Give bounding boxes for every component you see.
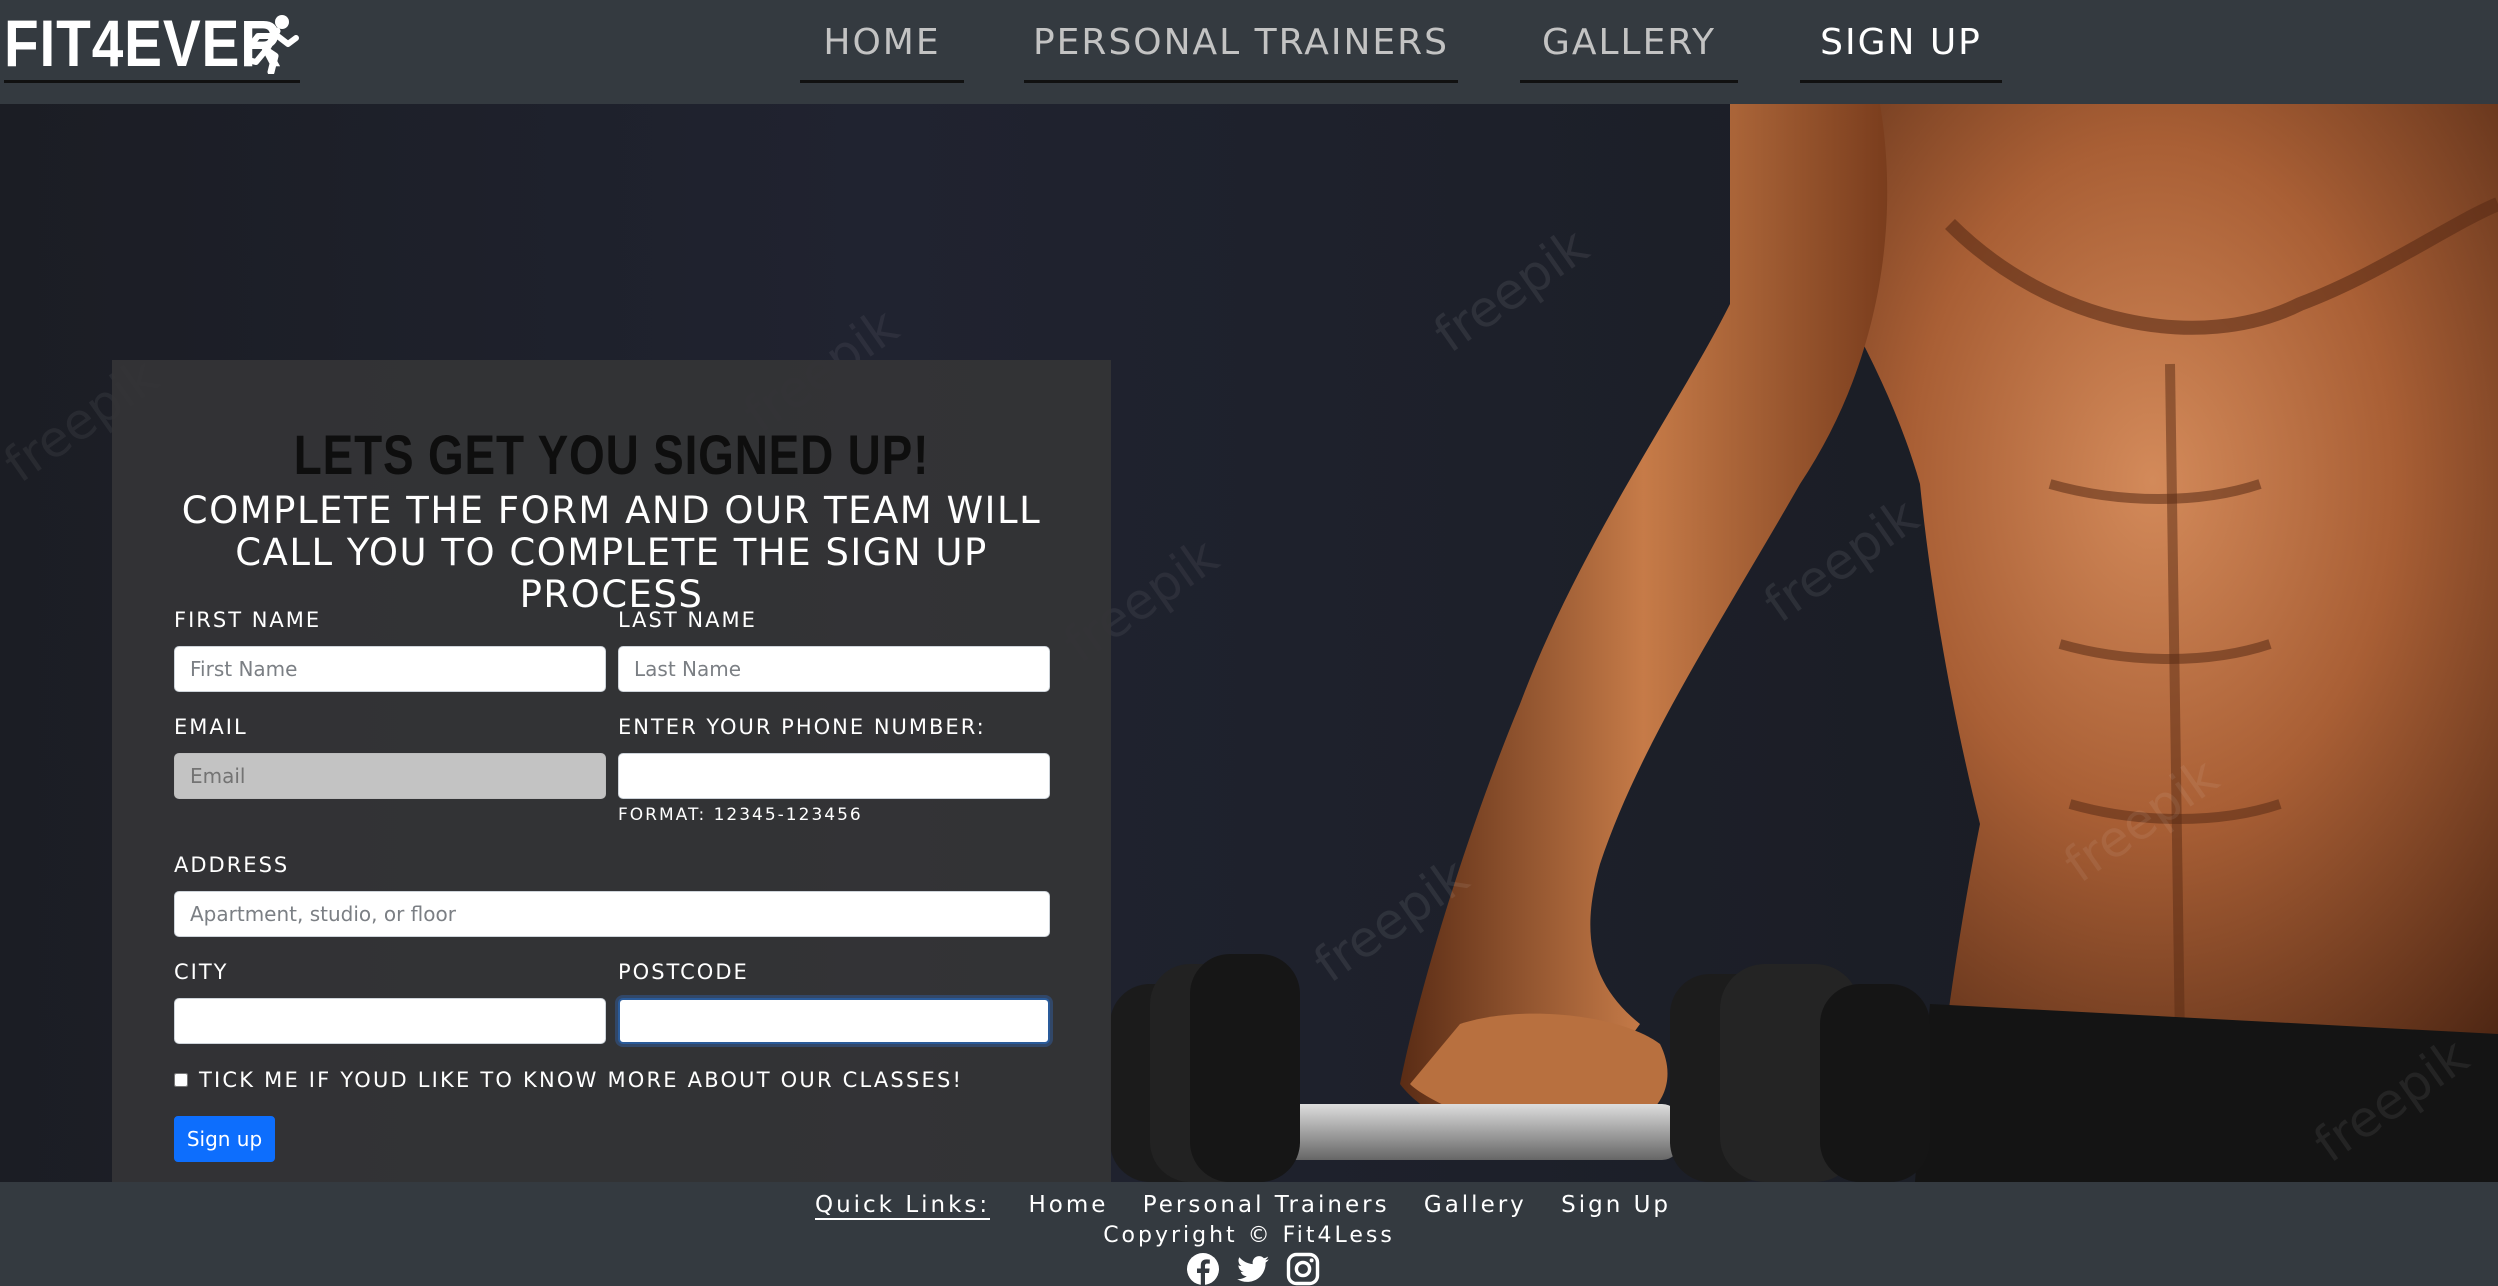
phone-format-hint: FORMAT: 12345-123456 [618, 805, 863, 825]
footer-link-home[interactable]: Home [1028, 1192, 1108, 1218]
form-title: LETS GET YOU SIGNED UP! [293, 423, 930, 486]
facebook-icon[interactable] [1186, 1252, 1220, 1286]
sign-up-button[interactable]: Sign up [174, 1116, 275, 1162]
postcode-label: POSTCODE [618, 960, 749, 984]
running-man-icon [245, 15, 299, 74]
email-field[interactable] [174, 753, 606, 799]
first-name-field[interactable] [174, 646, 606, 692]
nav-home[interactable]: HOME [800, 22, 964, 83]
postcode-field[interactable] [618, 998, 1050, 1044]
address-label: ADDRESS [174, 853, 290, 877]
classes-checkbox[interactable] [174, 1073, 188, 1087]
footer-link-gallery[interactable]: Gallery [1424, 1192, 1527, 1218]
address-field[interactable] [174, 891, 1050, 937]
nav-gallery[interactable]: GALLERY [1520, 22, 1738, 83]
phone-label: ENTER YOUR PHONE NUMBER: [618, 715, 986, 739]
form-subtitle: COMPLETE THE FORM AND OUR TEAM WILL CALL… [181, 489, 1042, 616]
instagram-icon[interactable] [1286, 1252, 1320, 1286]
footer: Quick Links: Home Personal Trainers Gall… [0, 1182, 2498, 1286]
city-label: CITY [174, 960, 229, 984]
brand-logo[interactable]: FIT4EVER [4, 6, 300, 83]
brand-name: FIT4EVER [4, 6, 283, 80]
footer-link-sign-up[interactable]: Sign Up [1561, 1192, 1671, 1218]
email-label: EMAIL [174, 715, 248, 739]
twitter-icon[interactable] [1236, 1252, 1270, 1286]
watermark-text: freepik [1424, 217, 1599, 364]
phone-field[interactable] [618, 753, 1050, 799]
copyright: Copyright © Fit4Less [1103, 1223, 1395, 1248]
footer-link-personal-trainers[interactable]: Personal Trainers [1143, 1192, 1390, 1218]
signup-form-card: LETS GET YOU SIGNED UP! COMPLETE THE FOR… [112, 360, 1111, 1182]
last-name-label: LAST NAME [618, 608, 757, 632]
last-name-field[interactable] [618, 646, 1050, 692]
nav-sign-up[interactable]: SIGN UP [1800, 22, 2002, 83]
city-field[interactable] [174, 998, 606, 1044]
nav-personal-trainers[interactable]: PERSONAL TRAINERS [1024, 22, 1458, 83]
classes-checkbox-label[interactable]: TICK ME IF YOUD LIKE TO KNOW MORE ABOUT … [199, 1068, 963, 1092]
quick-links-title: Quick Links: [814, 1192, 991, 1220]
quick-links: Quick Links: Home Personal Trainers Gall… [0, 1192, 2498, 1220]
first-name-label: FIRST NAME [174, 608, 322, 632]
hero-section: freepik freepik freepik freepik freepik … [0, 104, 2498, 1182]
social-links [1186, 1252, 1320, 1286]
navbar: FIT4EVER HOME PERSONAL TRAINERS GALLERY … [0, 0, 2498, 104]
